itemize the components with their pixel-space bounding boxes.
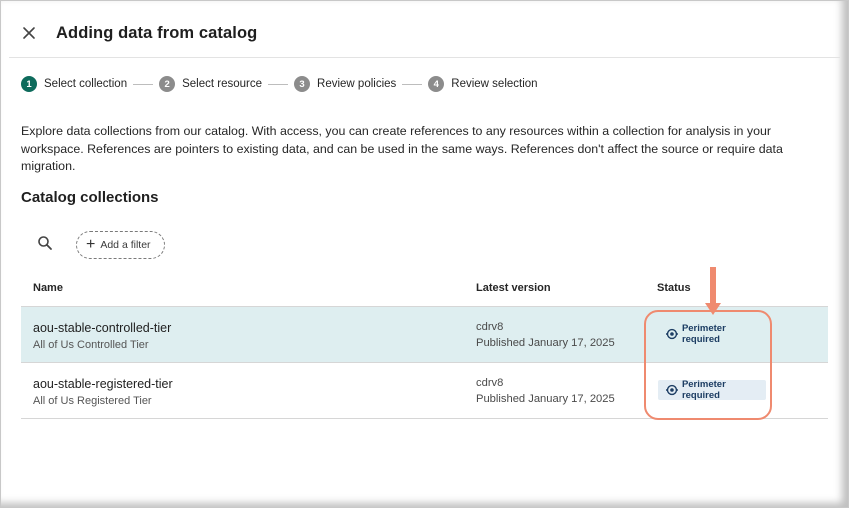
search-button[interactable] [37,235,53,251]
step-select-collection[interactable]: 1 Select collection [21,76,127,92]
dialog: Adding data from catalog 1 Select collec… [9,9,840,499]
step-connector [133,83,154,85]
version-label: cdrv8 [476,377,504,389]
collections-table: Name Latest version Status aou-stable-co… [21,271,828,419]
column-header-status[interactable]: Status [657,282,691,294]
collection-subtitle: All of Us Registered Tier [33,395,152,407]
step-label: Select collection [44,78,128,90]
status-label: Perimeter required [681,323,726,345]
add-filter-button[interactable]: + Add a filter [76,231,165,259]
step-label: Review policies [317,78,397,90]
version-cell: cdrv8 Published January 17, 2025 [476,321,615,349]
search-icon [38,236,52,250]
step-connector [268,83,289,85]
dialog-frame: Adding data from catalog 1 Select collec… [0,0,849,508]
step-connector [402,83,423,85]
plus-icon: + [86,236,96,253]
step-review-policies[interactable]: 3 Review policies [294,76,396,92]
column-header-version[interactable]: Latest version [476,282,551,294]
version-cell: cdrv8 Published January 17, 2025 [476,377,615,405]
section-title: Catalog collections [21,189,159,206]
close-button[interactable] [17,21,41,45]
table-row[interactable]: aou-stable-registered-tier All of Us Reg… [21,363,828,419]
step-number: 3 [294,76,311,92]
published-date: Published January 17, 2025 [476,337,615,349]
dialog-header: Adding data from catalog [9,9,840,58]
step-number: 1 [21,76,37,92]
step-number: 4 [428,76,445,92]
published-date: Published January 17, 2025 [476,393,615,405]
perimeter-icon [666,328,678,340]
table-header: Name Latest version Status [21,271,828,307]
dialog-title: Adding data from catalog [56,24,258,42]
step-select-resource[interactable]: 2 Select resource [159,76,262,92]
description: Explore data collections from our catalo… [21,124,783,173]
version-label: cdrv8 [476,321,504,333]
status-badge: Perimeter required [658,379,766,401]
name-cell: aou-stable-registered-tier All of Us Reg… [33,377,173,407]
step-number: 2 [159,76,176,92]
collection-subtitle: All of Us Controlled Tier [33,339,149,351]
stepper: 1 Select collection 2 Select resource 3 … [21,75,538,93]
collection-name: aou-stable-registered-tier [33,377,173,391]
perimeter-icon [666,384,678,396]
status-badge: Perimeter required [658,323,766,345]
close-icon [23,27,35,39]
step-label: Review selection [451,78,538,90]
name-cell: aou-stable-controlled-tier All of Us Con… [33,321,171,351]
add-filter-label: Add a filter [100,239,151,251]
step-label: Select resource [182,78,263,90]
step-review-selection[interactable]: 4 Review selection [428,76,538,92]
status-label: Perimeter required [681,379,726,401]
collection-name: aou-stable-controlled-tier [33,321,172,335]
table-row[interactable]: aou-stable-controlled-tier All of Us Con… [21,307,828,363]
column-header-name[interactable]: Name [33,282,63,294]
